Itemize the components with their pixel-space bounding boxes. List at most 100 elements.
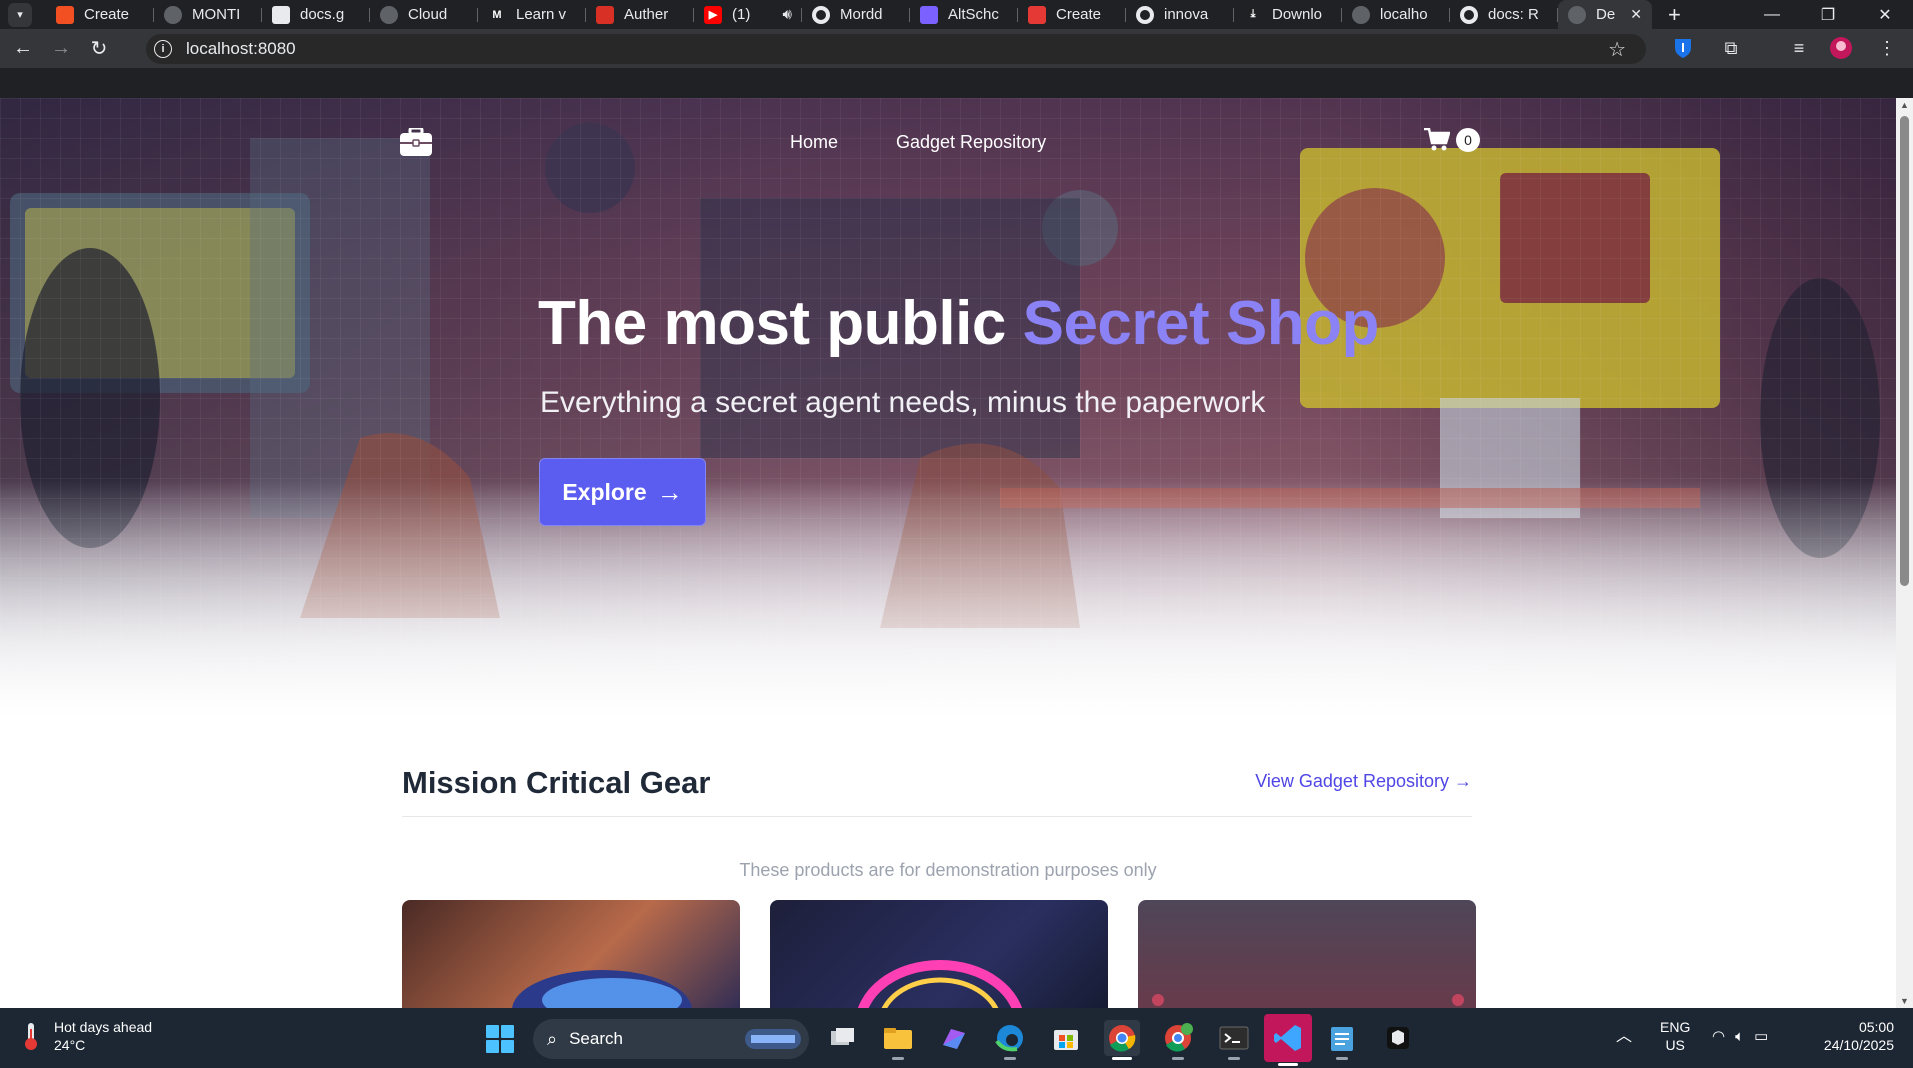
reload-button[interactable]: ↻: [84, 34, 114, 64]
tray-chevron-icon[interactable]: ︿: [1616, 1028, 1632, 1046]
m365-icon[interactable]: [936, 1020, 972, 1056]
arrow-right-icon: →: [656, 476, 683, 507]
youtube-icon: ▶: [704, 5, 722, 24]
page-viewport: Home Gadget Repository 0 The most public…: [0, 98, 1896, 1008]
minimize-button[interactable]: —: [1744, 0, 1800, 29]
browser-tab[interactable]: Create: [1018, 0, 1126, 29]
microsoft-icon: [56, 5, 74, 24]
tab-list: Create MONTI docs.g Cloud M Learn v Auther ▶ (1)…: [46, 0, 1652, 29]
clock-time: 05:00: [1858, 1019, 1894, 1035]
openai-icon: [380, 5, 398, 24]
terminal-icon[interactable]: [1216, 1020, 1252, 1060]
close-tab-icon[interactable]: ✕: [1630, 6, 1642, 23]
weather-title: Hot days ahead: [54, 1019, 153, 1035]
browser-tab[interactable]: ▶ (1) 🔊︎: [694, 0, 802, 29]
close-window-button[interactable]: ✕: [1857, 0, 1913, 29]
tab-media-icon[interactable]: ≡: [1786, 35, 1812, 61]
product-card[interactable]: [1138, 900, 1476, 1008]
clock[interactable]: 05:00 24/10/2025: [1812, 1018, 1894, 1054]
running-indicator: [892, 1057, 904, 1060]
view-repository-label: View Gadget Repository: [1255, 771, 1449, 791]
microsoft-store-icon[interactable]: [1048, 1020, 1084, 1056]
tab-search-button[interactable]: ▾: [8, 2, 32, 27]
page-scrollbar[interactable]: ▲ ▼: [1896, 98, 1913, 1008]
forward-button[interactable]: →: [46, 34, 76, 64]
tab-title: Cloud: [408, 6, 448, 23]
scroll-up-arrow[interactable]: ▲: [1900, 100, 1909, 110]
address-bar[interactable]: i localhost:8080 ☆: [146, 34, 1646, 64]
notepad-icon[interactable]: [1324, 1020, 1360, 1060]
briefcase-icon[interactable]: [400, 126, 432, 156]
nav-links: Home Gadget Repository: [790, 132, 1046, 153]
product-card[interactable]: [402, 900, 740, 1008]
browser-tab[interactable]: M Learn v: [478, 0, 586, 29]
nav-home-link[interactable]: Home: [790, 132, 838, 153]
running-indicator: [1336, 1057, 1348, 1060]
vscode-icon[interactable]: [1264, 1014, 1312, 1066]
product-image: [857, 960, 1023, 1008]
language-code: ENG: [1660, 1019, 1691, 1035]
edge-icon[interactable]: [992, 1020, 1028, 1060]
search-icon: ⌕: [547, 1028, 558, 1049]
new-tab-button[interactable]: +: [1668, 2, 1681, 28]
weather-temp: 24°C: [54, 1037, 86, 1053]
chrome-profile-icon[interactable]: [1160, 1020, 1196, 1060]
scroll-thumb[interactable]: [1900, 116, 1909, 586]
nav-repository-link[interactable]: Gadget Repository: [896, 132, 1046, 153]
browser-tab-strip: ▾ Create MONTI docs.g Cloud M Learn v Auther ▶ (…: [0, 0, 1913, 29]
file-explorer-icon[interactable]: [880, 1020, 916, 1060]
scroll-down-arrow[interactable]: ▼: [1900, 996, 1909, 1006]
tab-title: MONTI: [192, 6, 241, 23]
browser-tab[interactable]: AltSchc: [910, 0, 1018, 29]
browser-tab[interactable]: Mordd: [802, 0, 910, 29]
profile-avatar[interactable]: [1828, 35, 1854, 61]
browser-tab[interactable]: MONTI: [154, 0, 262, 29]
browser-menu-icon[interactable]: ⋮: [1874, 35, 1900, 61]
browser-toolbar: ← → ↻ i localhost:8080 ☆ ⧉ ≡ ⋮: [0, 29, 1913, 68]
back-button[interactable]: ←: [8, 34, 38, 64]
globe-icon: [1352, 5, 1370, 24]
browser-tab[interactable]: Create: [46, 0, 154, 29]
bookmark-star-icon[interactable]: ☆: [1608, 37, 1626, 62]
site-info-icon[interactable]: i: [154, 40, 172, 58]
browser-tab[interactable]: docs: R: [1450, 0, 1558, 29]
tab-title: innova: [1164, 6, 1209, 23]
cart-count-badge: 0: [1456, 128, 1480, 152]
altschool-icon: [920, 5, 938, 24]
system-tray-icons[interactable]: ◠ 🔈︎ ▭: [1712, 1028, 1768, 1046]
app-cube-icon[interactable]: [1380, 1020, 1416, 1056]
task-view-icon[interactable]: [824, 1020, 860, 1056]
browser-tab[interactable]: innova: [1126, 0, 1234, 29]
url-text[interactable]: localhost:8080: [186, 39, 296, 59]
restore-button[interactable]: ❐: [1800, 0, 1856, 29]
browser-tab-active[interactable]: De ✕: [1558, 0, 1652, 29]
language-indicator[interactable]: ENG US: [1660, 1018, 1690, 1054]
weather-widget[interactable]: Hot days ahead 24°C: [18, 1018, 152, 1054]
doc-icon: [272, 5, 290, 24]
active-indicator: [1278, 1063, 1298, 1066]
thermometer-icon: [25, 1023, 37, 1050]
extensions-puzzle-icon[interactable]: ⧉: [1718, 35, 1744, 61]
browser-tab[interactable]: Auther: [586, 0, 694, 29]
search-highlight-image: [745, 1029, 801, 1049]
hero-title: The most public Secret Shop: [538, 288, 1379, 359]
bitwarden-extension-icon[interactable]: [1670, 35, 1696, 61]
section-divider: [402, 816, 1472, 817]
tab-title: docs: R: [1488, 6, 1539, 23]
chrome-icon[interactable]: [1104, 1020, 1140, 1060]
active-indicator: [1112, 1057, 1132, 1060]
form-icon: [1028, 5, 1046, 24]
browser-tab[interactable]: docs.g: [262, 0, 370, 29]
view-repository-link[interactable]: View Gadget Repository →: [1255, 771, 1472, 792]
browser-tab[interactable]: ⤓ Downlo: [1234, 0, 1342, 29]
hero-title-accent: Secret Shop: [1022, 289, 1380, 358]
globe-icon: [1568, 5, 1586, 24]
browser-tab[interactable]: Cloud: [370, 0, 478, 29]
start-windows-icon[interactable]: [486, 1025, 514, 1053]
product-card[interactable]: [770, 900, 1108, 1008]
browser-tab[interactable]: localho: [1342, 0, 1450, 29]
speaker-icon[interactable]: 🔊︎: [783, 6, 792, 23]
explore-button[interactable]: Explore →: [539, 458, 706, 526]
cart-button[interactable]: 0: [1424, 128, 1480, 152]
taskbar-search[interactable]: ⌕ Search: [533, 1019, 809, 1059]
